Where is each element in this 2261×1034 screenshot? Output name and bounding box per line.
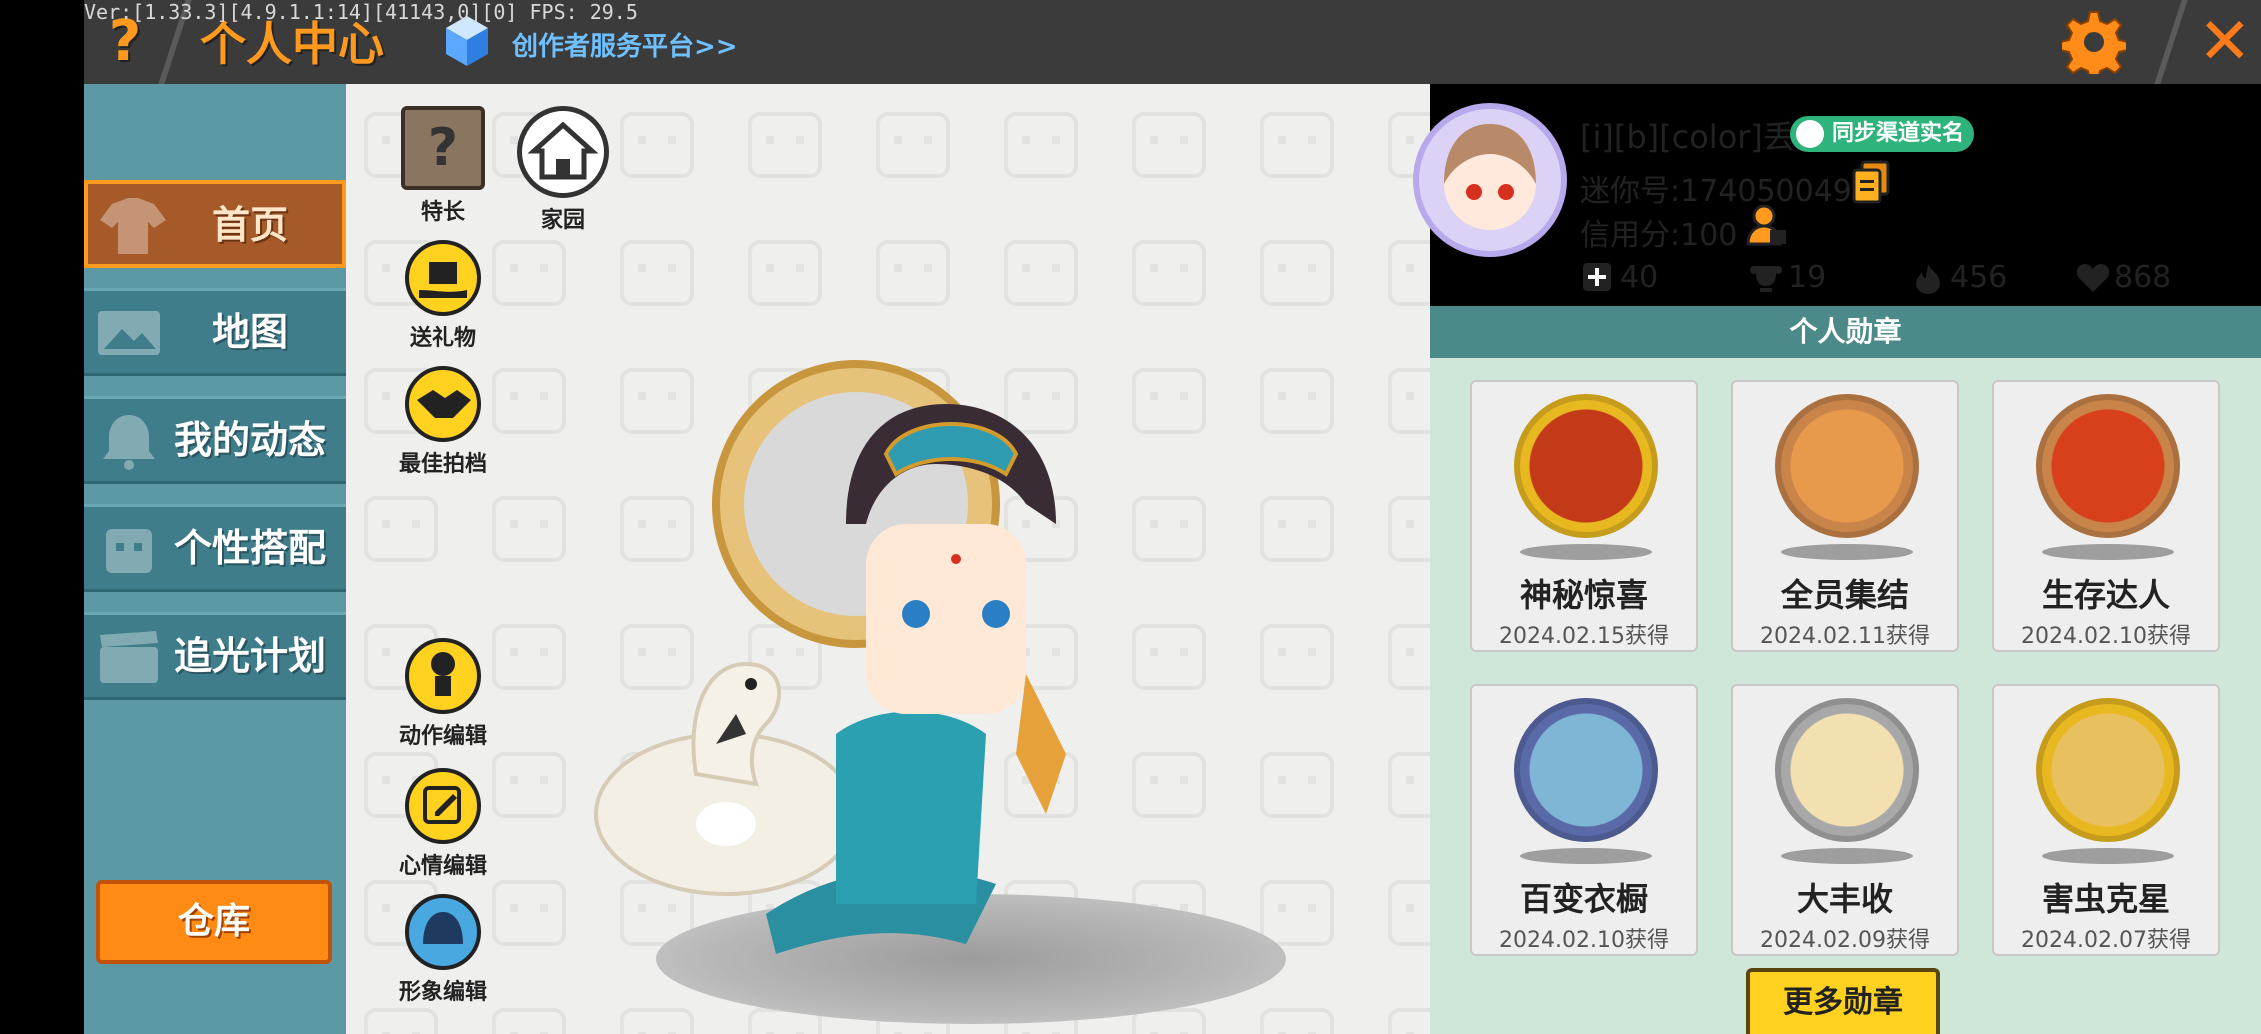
map-icon — [98, 311, 160, 355]
close-button[interactable]: ✕ — [2198, 6, 2252, 78]
gift-hand-icon — [405, 240, 481, 316]
send-gift-button[interactable]: 送礼物 — [378, 240, 508, 352]
stat-value: 19 — [1788, 260, 1827, 295]
more-medals-button[interactable]: 更多勋章 — [1746, 968, 1940, 1034]
sidebar-item-home[interactable]: 首页 — [84, 180, 346, 268]
question-box-icon: ? — [401, 106, 485, 190]
medal-date: 2024.02.15获得 — [1499, 624, 1669, 649]
pose-icon — [405, 638, 481, 714]
bell-icon — [103, 415, 155, 470]
medal-panel-title: 个人勋章 — [1430, 306, 2261, 358]
medal-date: 2024.02.10获得 — [1499, 928, 1669, 953]
medal-card[interactable]: 大丰收 2024.02.09获得 — [1731, 684, 1959, 956]
profile-screen: Ver:[1.33.3][4.9.1.1:14][41143,0][0] FPS… — [0, 0, 2261, 1034]
credit-score: 信用分:100 — [1580, 218, 1738, 253]
stat-value: 868 — [2114, 260, 2172, 295]
flame-icon — [1916, 264, 1940, 294]
homeland-label: 家园 — [540, 208, 585, 233]
username: [i][b][color]丢. — [1580, 118, 1806, 156]
medal-stand — [1781, 848, 1913, 864]
medal-name: 害虫克星 — [2041, 880, 2170, 918]
best-partner-label: 最佳拍档 — [398, 452, 487, 477]
medal-stand — [2042, 544, 2174, 560]
sidebar-item-label: 追光计划 — [173, 634, 326, 678]
medal-badge-icon — [2036, 394, 2180, 538]
character-stage: ? 特长 家园 送礼物 最佳拍档 动作编辑 心情编辑 形象编辑 — [346, 84, 1430, 1034]
shirt-icon — [100, 198, 166, 254]
medal-card[interactable]: 生存达人 2024.02.10获得 — [1992, 380, 2220, 652]
medal-date: 2024.02.10获得 — [2021, 624, 2191, 649]
character-head-icon — [405, 894, 481, 970]
trophy-icon — [1750, 266, 1782, 292]
medal-stand — [1520, 848, 1652, 864]
mood-edit-button[interactable]: 心情编辑 — [378, 768, 508, 880]
best-partner-button[interactable]: 最佳拍档 — [378, 366, 508, 478]
sidebar-item-feed[interactable]: 我的动态 — [84, 396, 346, 484]
sidebar-item-outfit[interactable]: 个性搭配 — [84, 504, 346, 592]
talent-label: 特长 — [420, 200, 465, 225]
talent-button[interactable]: ? 特长 — [378, 106, 508, 226]
send-gift-label: 送礼物 — [409, 326, 476, 351]
sidebar-item-label: 首页 — [211, 203, 288, 247]
copy-icon[interactable] — [1852, 160, 1890, 204]
debug-info: Ver:[1.33.3][4.9.1.1:14][41143,0][0] FPS… — [84, 0, 638, 24]
medal-badge-icon — [1775, 698, 1919, 842]
person-check-icon — [1796, 120, 1824, 148]
homeland-button[interactable]: 家园 — [498, 106, 628, 234]
medal-name: 神秘惊喜 — [1519, 576, 1648, 614]
plus-box-icon — [1583, 263, 1611, 291]
heart-icon — [2076, 264, 2110, 292]
medal-name: 生存达人 — [2041, 576, 2170, 614]
character-avatar-image — [594, 360, 1066, 954]
sidebar-item-label: 我的动态 — [173, 418, 326, 462]
medal-card[interactable]: 百变衣橱 2024.02.10获得 — [1470, 684, 1698, 956]
medal-date: 2024.02.09获得 — [1760, 928, 1930, 953]
credit-user-icon[interactable] — [1746, 204, 1788, 248]
medal-badge-icon — [1775, 394, 1919, 538]
clapperboard-icon — [100, 631, 158, 683]
sync-realname-button[interactable]: 同步渠道实名 — [1790, 116, 1975, 152]
sidebar-item-label: 地图 — [211, 310, 288, 354]
medal-card[interactable]: 全员集结 2024.02.11获得 — [1731, 380, 1959, 652]
pose-edit-label: 动作编辑 — [398, 724, 487, 749]
avatar[interactable] — [1412, 100, 1568, 260]
edit-pencil-icon — [405, 768, 481, 844]
sync-realname-label: 同步渠道实名 — [1832, 121, 1965, 146]
medal-date: 2024.02.07获得 — [2021, 928, 2191, 953]
medal-panel: 个人勋章 神秘惊喜 2024.02.15获得 全员集结 2024.02.11获得… — [1430, 306, 2261, 1034]
creator-platform-link[interactable]: 创作者服务平台>> — [512, 26, 738, 63]
mini-id: 迷你号:1740500491 — [1580, 174, 1871, 209]
medal-badge-icon — [2036, 698, 2180, 842]
stat-value: 40 — [1620, 260, 1659, 295]
sidebar-item-map[interactable]: 地图 — [84, 288, 346, 376]
settings-gear-icon[interactable] — [2062, 10, 2126, 74]
warehouse-button[interactable]: 仓库 — [96, 880, 332, 964]
appearance-edit-button[interactable]: 形象编辑 — [378, 894, 508, 1006]
medal-badge-icon — [1514, 698, 1658, 842]
medal-name: 大丰收 — [1796, 880, 1893, 918]
handshake-icon — [405, 366, 481, 442]
sidebar-item-chase-light[interactable]: 追光计划 — [84, 612, 346, 700]
sidebar-item-label: 个性搭配 — [173, 526, 326, 570]
medal-stand — [1520, 544, 1652, 560]
mood-edit-label: 心情编辑 — [398, 854, 487, 879]
house-icon — [517, 106, 609, 198]
medal-name: 全员集结 — [1780, 576, 1909, 614]
pose-edit-button[interactable]: 动作编辑 — [378, 638, 508, 750]
medal-name: 百变衣橱 — [1519, 880, 1648, 918]
avatar-outfit-icon — [106, 529, 152, 573]
medal-stand — [1781, 544, 1913, 560]
appearance-edit-label: 形象编辑 — [398, 980, 487, 1005]
medal-card[interactable]: 神秘惊喜 2024.02.15获得 — [1470, 380, 1698, 652]
medal-date: 2024.02.11获得 — [1760, 624, 1930, 649]
medal-badge-icon — [1514, 394, 1658, 538]
stat-value: 456 — [1950, 260, 2008, 295]
medal-card[interactable]: 害虫克星 2024.02.07获得 — [1992, 684, 2220, 956]
medal-stand — [2042, 848, 2174, 864]
